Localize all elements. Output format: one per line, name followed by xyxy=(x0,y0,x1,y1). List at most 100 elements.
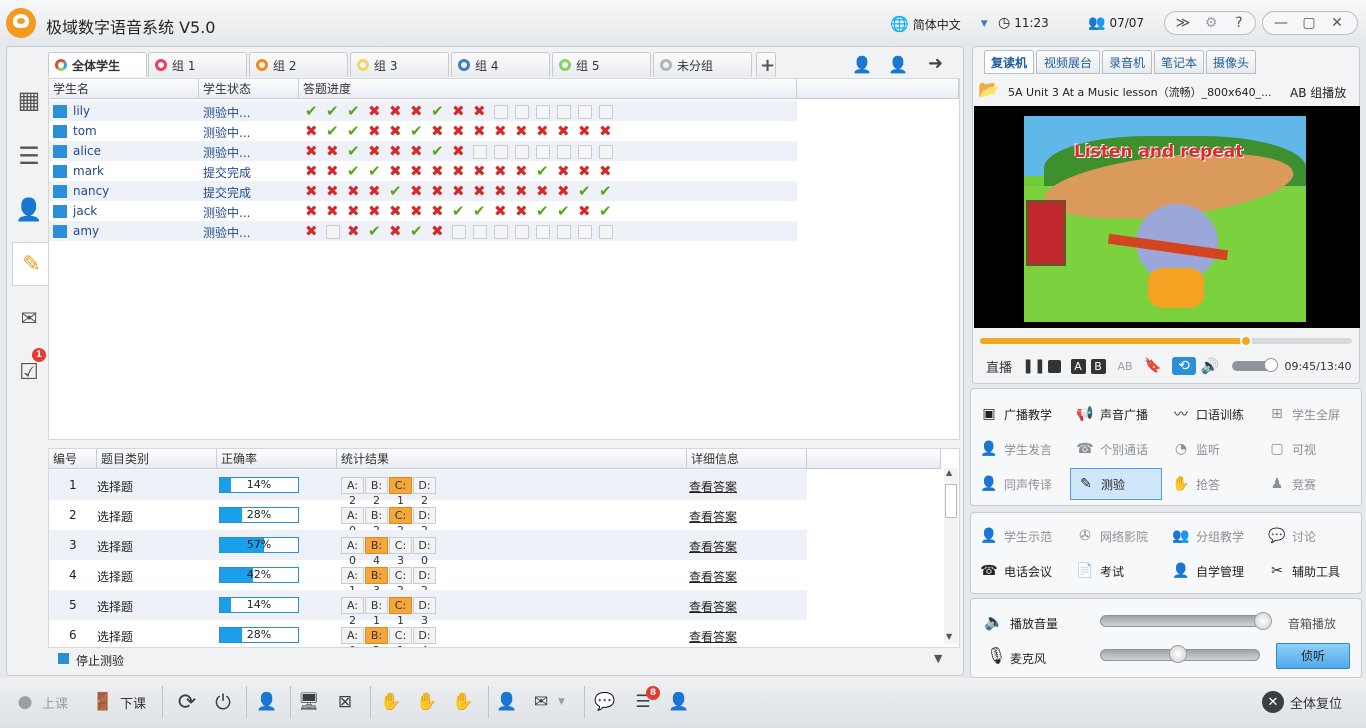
folder-open-icon[interactable]: 📂 xyxy=(978,80,999,100)
help-icon[interactable]: ? xyxy=(1228,12,1250,34)
tab-all-students[interactable]: 全体学生 xyxy=(48,52,147,77)
tab-camera[interactable]: 摄像头 xyxy=(1206,50,1256,74)
shutdown-button[interactable]: ⏻ xyxy=(212,688,234,716)
playback-knob[interactable] xyxy=(1239,335,1252,347)
view-answer-link[interactable]: 查看答案 xyxy=(689,568,737,585)
col-number[interactable]: 编号 xyxy=(49,449,97,469)
function-button[interactable]: ⊞ 学生全屏 xyxy=(1262,398,1354,430)
user-star-icon[interactable]: 👤 xyxy=(852,55,872,74)
nav-quiz[interactable]: ✎ xyxy=(12,242,50,286)
function-button[interactable]: 👤 学生发言 xyxy=(974,433,1066,465)
tab-group-2[interactable]: 组 2 xyxy=(249,52,348,77)
col-student-status[interactable]: 学生状态 xyxy=(199,79,299,99)
nav-list-view[interactable]: ☰ xyxy=(10,134,48,178)
live-button[interactable]: 直播 xyxy=(986,357,1012,376)
student-row[interactable]: tom 测验中... ✖ ✔ ✔ ✖ ✖ ✔ ✖ ✖ ✖ ✖ ✖ ✖ ✖ ✖ ✖ xyxy=(49,121,797,141)
language-selector[interactable]: 🌐 简体中文 ▼ xyxy=(890,15,988,33)
view-answer-link[interactable]: 查看答案 xyxy=(689,538,737,555)
question-row[interactable]: 1 选择题 14% A: 2 B: 2 C: 1 D: 2 查看答案 xyxy=(49,470,807,507)
nav-student-manage[interactable]: 👤 xyxy=(10,188,48,232)
play-volume-knob[interactable] xyxy=(1254,612,1272,630)
question-row[interactable]: 5 选择题 14% A: 2 B: 1 C: 1 D: 3 查看答案 xyxy=(49,590,807,627)
collapse-icon[interactable]: ≫ xyxy=(1172,12,1194,34)
student-row[interactable]: jack 测验中... ✖ ✖ ✖ ✖ ✖ ✖ ✖ ✔ ✔ ✖ ✖ ✔ ✔ ✖ ✔ xyxy=(49,201,797,221)
question-row[interactable]: 3 选择题 57% A: 0 B: 4 C: 3 D: 0 查看答案 xyxy=(49,530,807,567)
stop-icon[interactable] xyxy=(1046,357,1062,375)
nav-grid-view[interactable]: ▦ xyxy=(10,78,48,122)
black-screen-button[interactable]: 🖥 xyxy=(298,688,320,716)
student-row[interactable]: amy 测验中... ✖ ✖ ✔ ✖ ✔ ✖ xyxy=(49,221,797,241)
question-row[interactable]: 2 选择题 28% A: 0B: 2C: 2D: 2 查看答案 xyxy=(49,500,807,537)
view-answer-link[interactable]: 查看答案 xyxy=(689,478,737,495)
hand-cancel-button[interactable]: ✋ xyxy=(416,688,438,716)
student-login-button[interactable]: 👤 xyxy=(256,688,278,716)
function-button[interactable]: 〰口语训练 xyxy=(1166,398,1258,430)
question-row[interactable]: 6 选择题 28% A: 0B: 2C: 1D: 4 查看答案 xyxy=(49,620,807,647)
user-settings-button[interactable]: 👤 xyxy=(668,688,690,716)
student-row[interactable]: nancy 提交完成 ✖ ✖ ✖ ✖ ✔ ✖ ✖ ✖ ✖ ✖ ✖ ✖ ✖ ✔ ✔ xyxy=(49,181,797,201)
user-settings-icon[interactable]: 👤 xyxy=(888,55,908,74)
scroll-thumb[interactable] xyxy=(945,484,957,518)
function-button[interactable]: 📢 声音广播 xyxy=(1070,398,1162,430)
ab-group-play-button[interactable]: AB 组播放 xyxy=(1290,84,1346,101)
col-details[interactable]: 详细信息 xyxy=(687,449,807,469)
col-question-type[interactable]: 题目类别 xyxy=(97,449,217,469)
tab-group-3[interactable]: 组 3 xyxy=(350,52,449,77)
col-answer-progress[interactable]: 答题进度 xyxy=(299,79,797,99)
close-icon[interactable]: ✕ xyxy=(1326,12,1348,34)
tab-ungrouped[interactable]: 未分组 xyxy=(653,52,752,77)
add-group-button[interactable]: + xyxy=(756,52,776,77)
chat-button[interactable]: 💬 xyxy=(594,688,616,716)
view-answer-link[interactable]: 查看答案 xyxy=(689,628,737,645)
pause-icon[interactable]: ❚❚ xyxy=(1022,357,1045,375)
student-row[interactable]: alice 测验中... ✖ ✖ ✔ ✖ ✖ ✖ ✔ ✖ xyxy=(49,141,797,161)
function-button[interactable]: 👤 学生示范 xyxy=(974,520,1066,552)
col-statistics[interactable]: 统计结果 xyxy=(337,449,687,469)
tab-repeater[interactable]: 复读机 xyxy=(984,50,1034,74)
close-screen-button[interactable]: ⊠ xyxy=(334,688,356,716)
nav-mailbox[interactable]: ✉ xyxy=(10,296,48,340)
send-message-button[interactable]: ✉ ▼ xyxy=(530,688,565,716)
scroll-up-icon[interactable]: ▲ xyxy=(946,468,952,477)
loop-icon[interactable]: ⟲ xyxy=(1172,357,1196,375)
tab-video-booth[interactable]: 视频展台 xyxy=(1036,50,1100,74)
arrow-right-icon[interactable]: ➜ xyxy=(928,53,943,74)
function-button[interactable]: ▢ 可视 xyxy=(1262,433,1354,465)
function-button[interactable]: ☎ 个别通话 xyxy=(1070,433,1162,465)
function-button[interactable]: ✋ 抢答 xyxy=(1166,468,1258,500)
player-volume-knob[interactable] xyxy=(1264,358,1278,372)
mark-b-icon[interactable]: B xyxy=(1090,357,1106,375)
function-button[interactable]: ♟ 竞赛 xyxy=(1262,468,1354,500)
maximize-icon[interactable]: ▢ xyxy=(1298,12,1320,34)
reset-all-button[interactable]: ✕ 全体复位 xyxy=(1262,688,1342,716)
function-button[interactable]: 👤 同声传译 xyxy=(974,468,1066,500)
function-button[interactable]: 💬 讨论 xyxy=(1262,520,1354,552)
student-info-button[interactable]: 👤 xyxy=(496,688,518,716)
class-end-button[interactable]: 🚪 下课 xyxy=(92,688,146,716)
col-accuracy[interactable]: 正确率 xyxy=(217,449,337,469)
tab-recorder[interactable]: 录音机 xyxy=(1102,50,1152,74)
class-start-button[interactable]: ● 上课 xyxy=(14,688,68,716)
refresh-button[interactable]: ⟳ xyxy=(176,688,198,716)
play-volume-slider[interactable] xyxy=(1100,615,1266,627)
function-button[interactable]: 📄 考试 xyxy=(1070,555,1162,587)
hand-raise-button[interactable]: ✋ xyxy=(380,688,402,716)
col-student-name[interactable]: 学生名 xyxy=(49,79,199,99)
question-row[interactable]: 4 选择题 42% A: 1B: 3C: 2D: 2 查看答案 xyxy=(49,560,807,597)
function-button[interactable]: ▣ 广播教学 xyxy=(974,398,1066,430)
scroll-down-icon[interactable]: ▼ xyxy=(946,632,952,641)
question-scrollbar[interactable]: ▲ ▼ xyxy=(944,468,958,644)
tab-group-5[interactable]: 组 5 xyxy=(552,52,651,77)
monitor-listen-button[interactable]: 侦听 xyxy=(1276,643,1350,669)
function-button[interactable]: 👥 分组教学 xyxy=(1166,520,1258,552)
hand-remove-button[interactable]: ✋ xyxy=(452,688,474,716)
student-row[interactable]: lily 测验中... ✔ ✔ ✔ ✖ ✖ ✖ ✔ ✖ ✖ xyxy=(49,101,797,121)
function-button[interactable]: 👤 自学管理 xyxy=(1166,555,1258,587)
function-button[interactable]: ✇ 网络影院 xyxy=(1070,520,1162,552)
view-answer-link[interactable]: 查看答案 xyxy=(689,508,737,525)
function-button[interactable]: ◔ 监听 xyxy=(1166,433,1258,465)
mark-a-icon[interactable]: A xyxy=(1070,357,1086,375)
bookmark-icon[interactable]: 🔖 xyxy=(1142,357,1164,375)
settings-gear-icon[interactable]: ⚙ xyxy=(1200,12,1222,34)
function-button[interactable]: ✂ 辅助工具 xyxy=(1262,555,1354,587)
